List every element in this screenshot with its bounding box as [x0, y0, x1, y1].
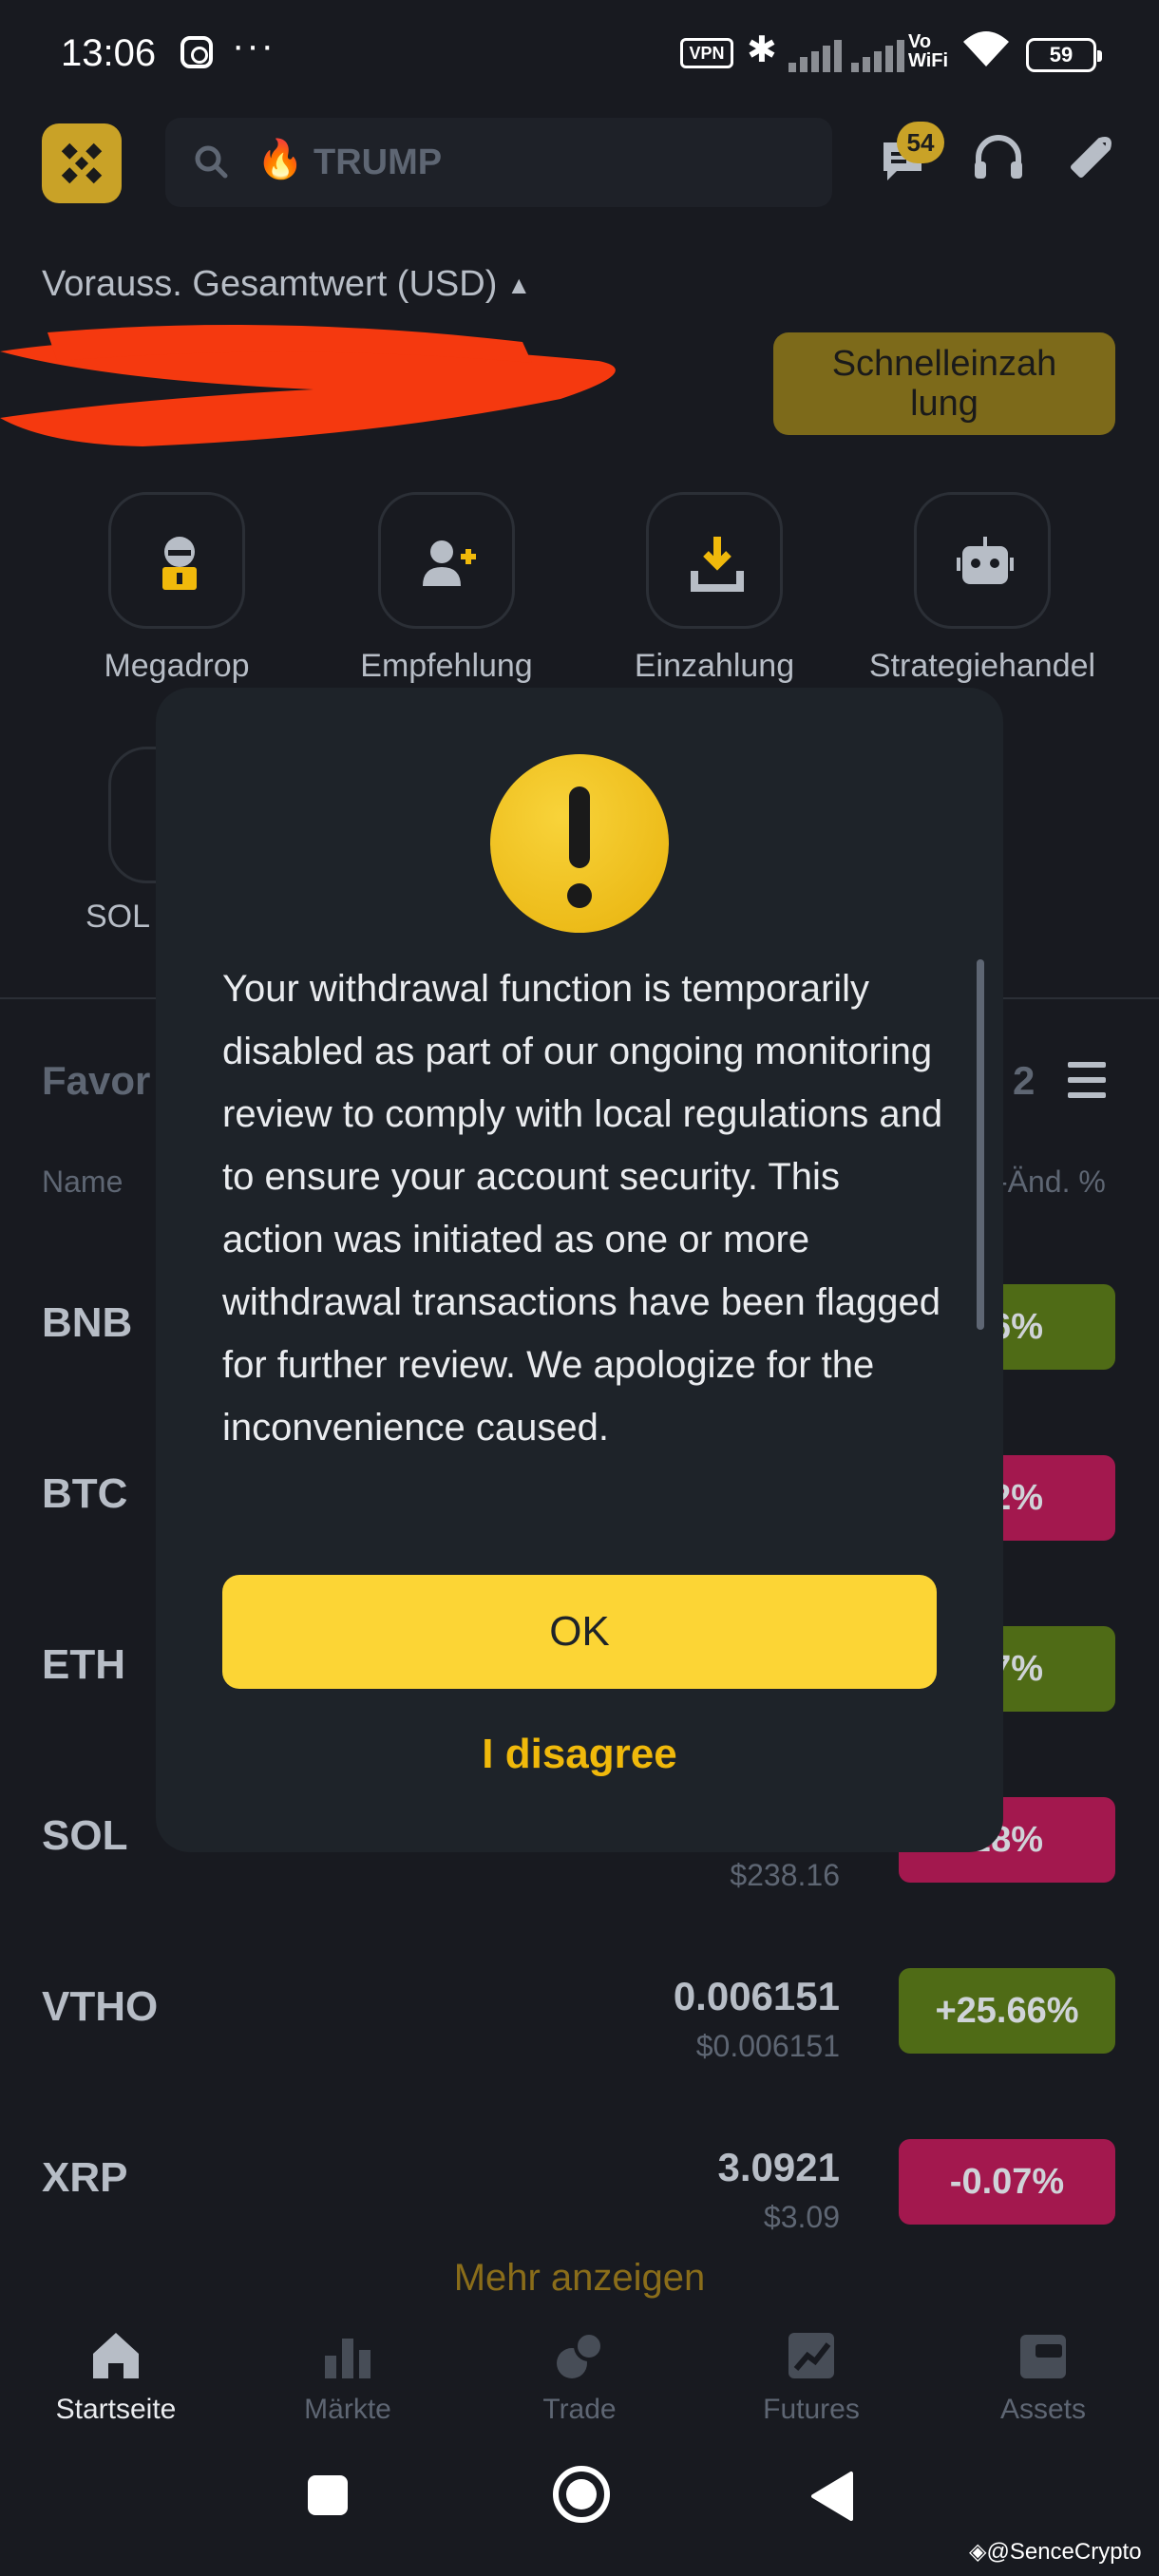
instagram-icon — [180, 36, 213, 68]
balance-label[interactable]: Vorauss. Gesamtwert (USD) ▲ — [42, 264, 531, 305]
ok-button[interactable]: OK — [222, 1575, 937, 1689]
signal-icon — [788, 38, 842, 72]
shortcut-referral-circle — [378, 492, 515, 629]
message-count-badge: 54 — [897, 122, 944, 163]
show-more-link[interactable]: Mehr anzeigen — [0, 2257, 1159, 2300]
tab-favorites[interactable]: Favor — [42, 1058, 150, 1104]
shortcut-referral[interactable]: Empfehlung — [304, 492, 589, 685]
warning-icon-dot — [567, 883, 592, 908]
watermark-text: @SenceCrypto — [986, 2539, 1142, 2565]
tab-count[interactable]: 2 — [1013, 1058, 1035, 1104]
watermark: ◈@SenceCrypto — [969, 2539, 1142, 2565]
coin-symbol: ETH — [42, 1641, 125, 1688]
megadrop-icon — [162, 537, 197, 590]
nav-futures[interactable]: Futures — [695, 2329, 927, 2426]
nav-markets-label: Märkte — [304, 2394, 391, 2425]
headset-icon — [975, 135, 1022, 179]
vowifi-top: Vo — [908, 31, 932, 52]
dialog-message: Your withdrawal function is temporarily … — [222, 968, 943, 1449]
circle-icon — [553, 2466, 610, 2523]
disagree-button[interactable]: I disagree — [222, 1721, 937, 1788]
binance-logo-icon — [61, 142, 103, 184]
wallet-icon — [1016, 2329, 1070, 2382]
coin-symbol: XRP — [42, 2154, 128, 2201]
nav-home[interactable]: Startseite — [0, 2329, 232, 2426]
wifi-icon — [961, 28, 1011, 78]
bluetooth-icon: ✱ — [747, 30, 777, 70]
search-placeholder: TRUMP — [314, 142, 443, 182]
shortcut-strategy-circle — [914, 492, 1051, 629]
coin-price: 3.0921 — [717, 2145, 840, 2189]
signal-icon-2 — [851, 38, 904, 72]
home-system-button[interactable] — [551, 2464, 612, 2529]
change-badge: -0.07% — [899, 2139, 1115, 2225]
nav-markets[interactable]: Märkte — [232, 2329, 464, 2426]
shortcut-megadrop-circle — [108, 492, 245, 629]
rocket-icon — [1071, 137, 1112, 178]
nav-assets-label: Assets — [999, 2394, 1087, 2425]
change-badge: +25.66% — [899, 1968, 1115, 2054]
shortcut-deposit[interactable]: Einzahlung — [572, 492, 857, 685]
withdrawal-disabled-dialog: Your withdrawal function is temporarily … — [156, 688, 1003, 1852]
nav-futures-label: Futures — [763, 2394, 860, 2425]
shortcut-megadrop-label: Megadrop — [104, 648, 250, 684]
quick-deposit-line2: lung — [910, 384, 978, 424]
warning-icon — [490, 754, 669, 933]
column-name-header[interactable]: Name — [42, 1165, 123, 1200]
shortcut-referral-label: Empfehlung — [360, 648, 533, 684]
binance-logo[interactable] — [42, 123, 122, 203]
coin-price-usd: $238.16 — [730, 1858, 840, 1892]
nav-assets[interactable]: Assets — [927, 2329, 1159, 2426]
quick-deposit-line1: Schnelleinzah — [831, 344, 1057, 384]
shortcut-sol-label: SOL — [86, 899, 151, 935]
dialog-scrollbar[interactable] — [977, 959, 984, 1330]
markets-icon — [321, 2329, 374, 2382]
vpn-icon: VPN — [680, 38, 733, 68]
support-button[interactable] — [965, 125, 1032, 192]
shortcut-strategy[interactable]: Strategiehandel — [840, 492, 1125, 685]
futures-icon — [785, 2329, 838, 2382]
settings-button[interactable] — [1056, 125, 1123, 192]
shortcut-deposit-circle — [646, 492, 783, 629]
menu-icon[interactable] — [1068, 1062, 1106, 1100]
coin-symbol: BTC — [42, 1470, 128, 1517]
battery-icon: 59 — [1026, 38, 1102, 72]
search-icon — [195, 145, 228, 179]
coin-price: 0.006151 — [673, 1974, 840, 2018]
quick-deposit-button[interactable]: Schnelleinzah lung — [773, 332, 1115, 435]
more-notifications-icon: ··· — [232, 25, 276, 66]
nav-trade-label: Trade — [542, 2394, 617, 2425]
shortcut-deposit-label: Einzahlung — [634, 648, 795, 684]
square-icon — [308, 2475, 348, 2515]
redacted-balance — [0, 325, 616, 446]
back-triangle-icon — [811, 2472, 853, 2521]
balance-label-text: Vorauss. Gesamtwert (USD) — [42, 264, 498, 304]
status-time: 13:06 — [61, 32, 157, 74]
coin-symbol: VTHO — [42, 1983, 159, 2030]
recent-apps-button[interactable] — [306, 2473, 350, 2522]
coin-symbol: BNB — [42, 1299, 133, 1346]
vowifi-bottom: WiFi — [908, 50, 949, 71]
shortcut-strategy-label: Strategiehandel — [868, 648, 1096, 684]
vowifi-icon: Vo WiFi — [908, 32, 948, 70]
home-icon — [89, 2329, 142, 2382]
coin-symbol: SOL — [42, 1812, 128, 1859]
coin-price-usd: $0.006151 — [695, 2029, 840, 2063]
column-change-header[interactable]: -Änd. % — [998, 1165, 1106, 1200]
nav-trade[interactable]: Trade — [464, 2329, 695, 2426]
nav-home-label: Startseite — [55, 2394, 177, 2425]
shortcut-megadrop[interactable]: Megadrop — [34, 492, 319, 685]
fire-icon: 🔥 — [256, 139, 304, 180]
warning-icon-bar — [569, 786, 590, 868]
search-bar[interactable]: 🔥 TRUMP — [165, 118, 832, 207]
back-button[interactable] — [809, 2470, 855, 2528]
trade-icon — [553, 2329, 606, 2382]
market-row[interactable]: VTHO 0.006151 $0.006151 +25.66% — [0, 1945, 1159, 2116]
coin-price-usd: $3.09 — [763, 2200, 840, 2234]
robot-icon — [957, 537, 1014, 584]
add-user-icon — [423, 540, 476, 586]
chevron-up-icon: ▲ — [506, 271, 532, 300]
download-icon — [691, 537, 744, 592]
